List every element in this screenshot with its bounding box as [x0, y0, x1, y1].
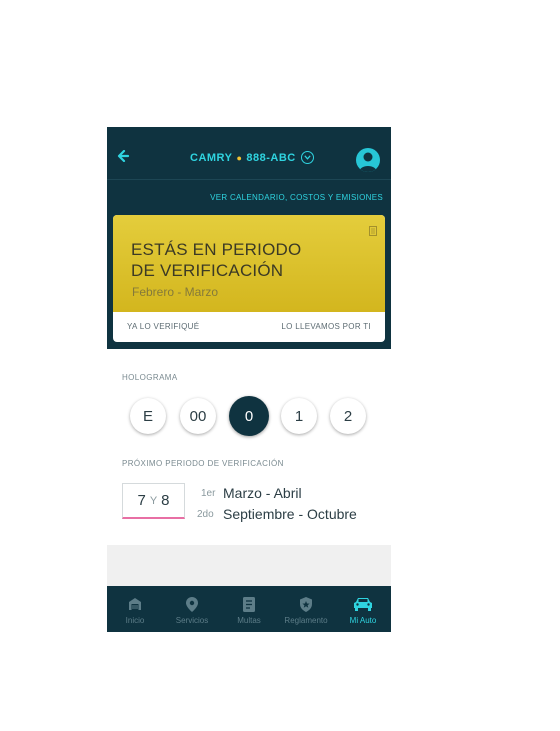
already-verified-button[interactable]: YA LO VERIFIQUÉ: [127, 322, 199, 331]
hologram-option-00[interactable]: 00: [180, 398, 216, 434]
second-period-ordinal: 2do: [197, 509, 214, 520]
vehicle-selector[interactable]: CAMRY ● 888-ABC: [190, 151, 314, 164]
status-title: ESTÁS EN PERIODO DE VERIFICACIÓN: [131, 239, 301, 281]
hologram-option-2[interactable]: 2: [330, 398, 366, 434]
tab-inicio[interactable]: Inicio: [107, 586, 163, 632]
car-model: CAMRY: [190, 151, 233, 164]
tab-label: Multas: [237, 616, 261, 625]
tab-multas[interactable]: Multas: [221, 586, 277, 632]
back-button[interactable]: [117, 149, 135, 163]
plate-number: 888-ABC: [246, 151, 296, 164]
avatar[interactable]: [356, 148, 380, 172]
tab-label: Reglamento: [284, 616, 328, 625]
ticket-icon: [243, 596, 255, 612]
tab-label: Mi Auto: [349, 616, 377, 625]
hologram-option-0-selected[interactable]: 0: [229, 396, 269, 436]
header: CAMRY ● 888-ABC VER CALENDARIO, COSTOS Y…: [107, 127, 391, 349]
hologram-option-e[interactable]: E: [130, 398, 166, 434]
calendar-link[interactable]: VER CALENDARIO, COSTOS Y EMISIONES: [210, 193, 383, 202]
status-title-line1: ESTÁS EN PERIODO: [131, 240, 302, 259]
status-banner: ESTÁS EN PERIODO DE VERIFICACIÓN Febrero…: [113, 215, 385, 312]
chevron-down-icon: [300, 151, 314, 164]
badge-icon: [300, 596, 312, 612]
second-period-range: Septiembre - Octubre: [223, 506, 357, 522]
tab-label: Servicios: [175, 616, 209, 625]
top-bar: CAMRY ● 888-ABC: [107, 127, 391, 180]
user-icon: [359, 152, 377, 172]
next-period-label: PRÓXIMO PERIODO DE VERIFICACIÓN: [122, 459, 284, 468]
plate-digit-joiner: Y: [149, 494, 158, 507]
location-pin-icon: [186, 596, 198, 612]
document-icon[interactable]: [369, 223, 377, 241]
first-period-ordinal: 1er: [201, 488, 216, 499]
hologram-label: HOLOGRAMA: [122, 373, 178, 382]
back-arrow-icon: [117, 150, 130, 162]
tab-label: Inicio: [125, 616, 145, 625]
hologram-option-1[interactable]: 1: [281, 398, 317, 434]
garage-icon: [129, 598, 141, 610]
plate-digit-b: 8: [161, 492, 170, 509]
status-title-line2: DE VERIFICACIÓN: [131, 261, 284, 280]
tab-mi-auto[interactable]: Mi Auto: [335, 586, 391, 632]
verification-status-card: ESTÁS EN PERIODO DE VERIFICACIÓN Febrero…: [113, 215, 385, 342]
car-icon: [354, 598, 372, 611]
plate-digit-a: 7: [137, 492, 146, 509]
first-period-range: Marzo - Abril: [223, 485, 302, 501]
separator-dot: ●: [236, 152, 243, 163]
status-period: Febrero - Marzo: [132, 285, 219, 299]
tab-reglamento[interactable]: Reglamento: [278, 586, 334, 632]
take-it-for-you-button[interactable]: LO LLEVAMOS POR TI: [281, 322, 371, 331]
tab-servicios[interactable]: Servicios: [164, 586, 220, 632]
plate-digits-box: 7 Y 8: [122, 483, 185, 519]
bottom-tab-bar: Inicio Servicios Multas Reglamento Mi Au…: [107, 586, 391, 632]
phone-screen: CAMRY ● 888-ABC VER CALENDARIO, COSTOS Y…: [107, 127, 391, 632]
